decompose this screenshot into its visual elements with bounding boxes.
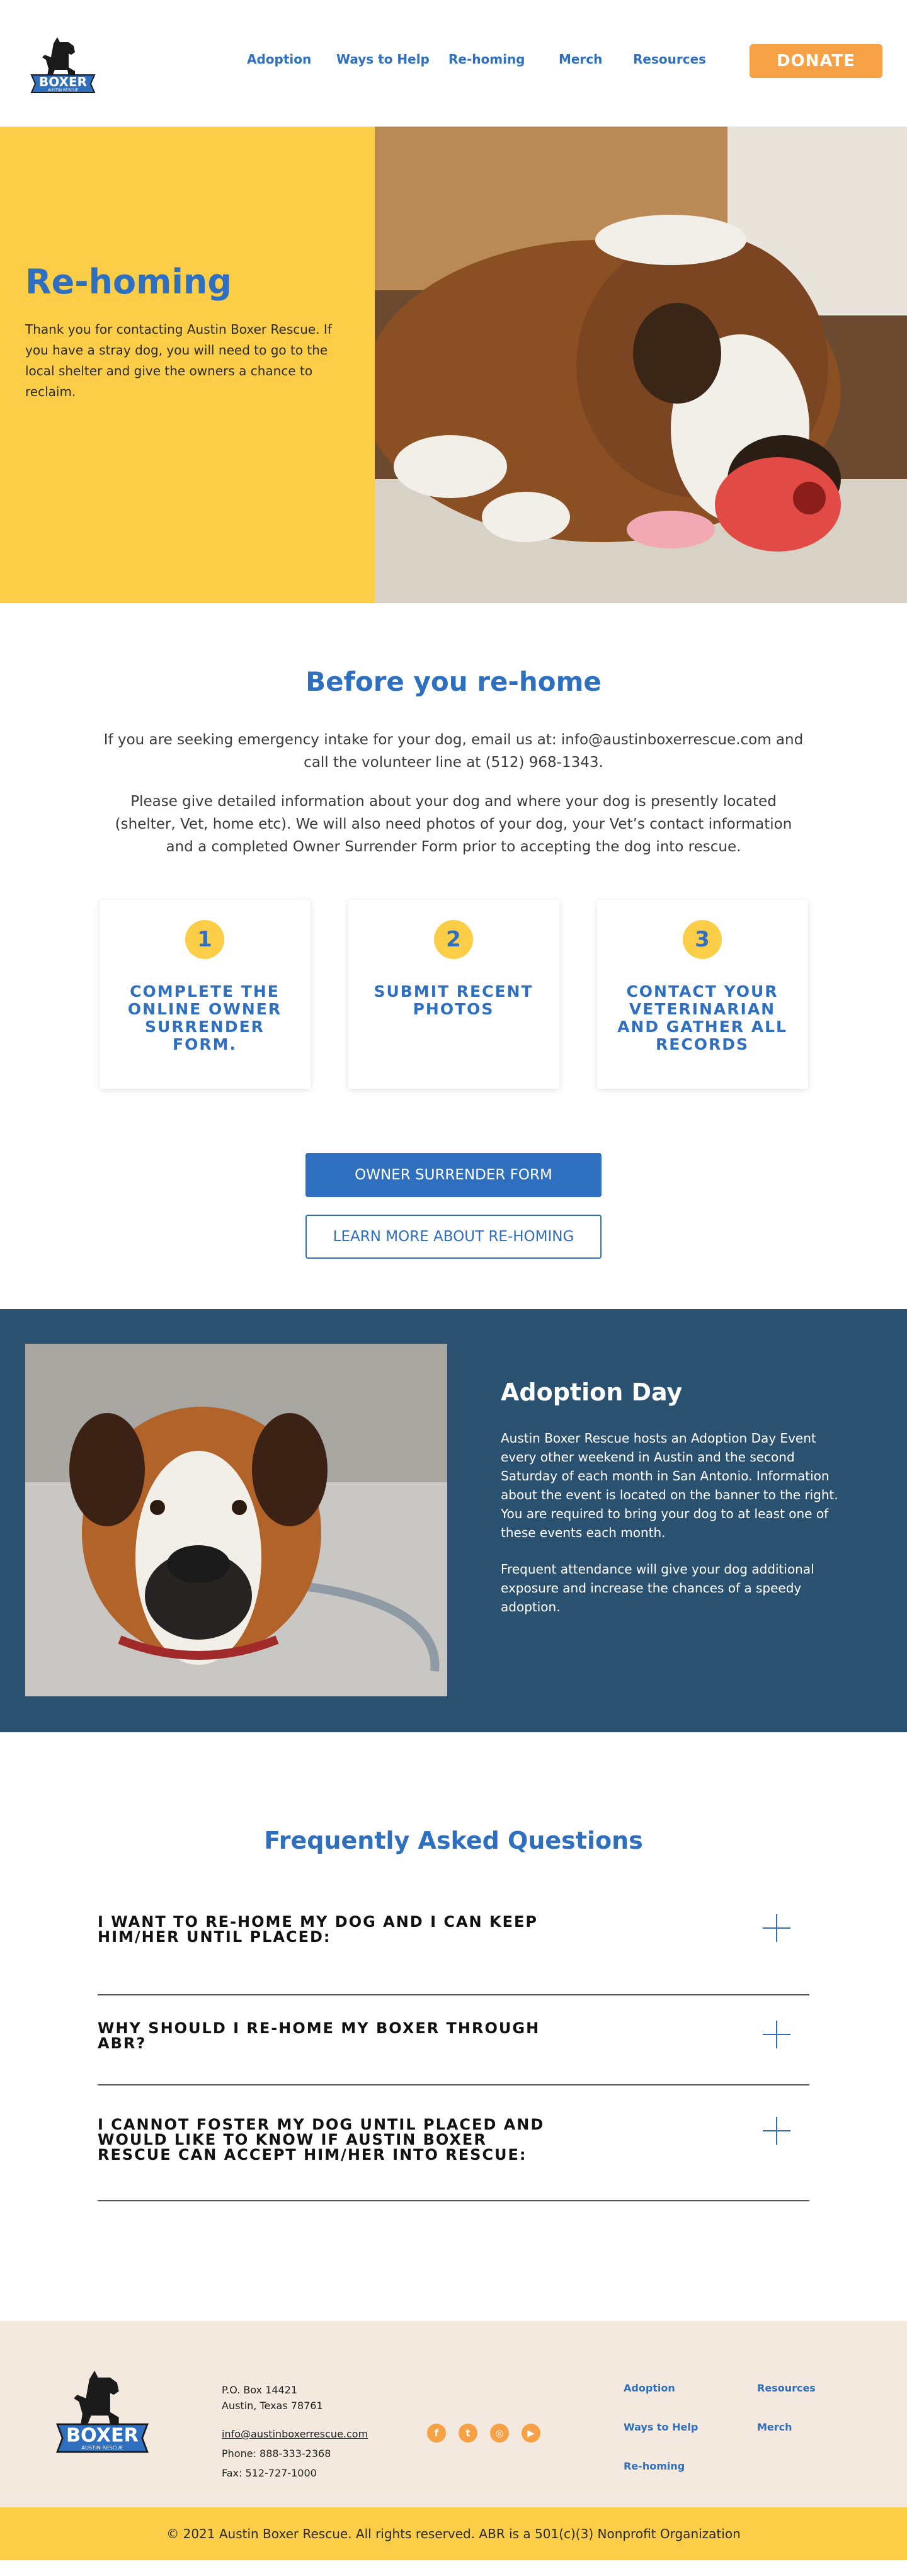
nav-merch[interactable]: Merch bbox=[559, 52, 633, 67]
footer-link-adoption[interactable]: Adoption bbox=[624, 2382, 675, 2394]
page-title: Re-homing bbox=[25, 262, 232, 302]
faq-title: Frequently Asked Questions bbox=[264, 1827, 643, 1854]
donate-button[interactable]: DONATE bbox=[750, 44, 882, 78]
adoption-day-paragraph: Frequent attendance will give your dog a… bbox=[501, 1562, 814, 1614]
nav-rehoming[interactable]: Re-homing bbox=[448, 52, 559, 67]
nav-ways-to-help[interactable]: Ways to Help bbox=[336, 52, 448, 67]
site-footer: BOXER AUSTIN RESCUE P.O. Box 14421 Austi… bbox=[0, 2321, 907, 2507]
before-rehome-section: Before you re-home If you are seeking em… bbox=[0, 603, 907, 1259]
faq-question: WHY SHOULD I RE-HOME MY BOXER THROUGH AB… bbox=[98, 2019, 540, 2052]
nav-resources[interactable]: Resources bbox=[633, 52, 706, 67]
boxer-logo[interactable]: BOXER AUSTIN RESCUE bbox=[25, 26, 101, 101]
step-number: 3 bbox=[683, 920, 722, 959]
step-text: CONTACT YOUR VETERINARIAN AND GATHER ALL… bbox=[617, 982, 787, 1053]
faq-item[interactable]: WHY SHOULD I RE-HOME MY BOXER THROUGH AB… bbox=[98, 1995, 809, 2085]
learn-more-rehoming-button[interactable]: LEARN MORE ABOUT RE-HOMING bbox=[305, 1215, 602, 1259]
logo-word: BOXER bbox=[39, 74, 87, 89]
step-card: 3 CONTACT YOUR VETERINARIAN AND GATHER A… bbox=[596, 900, 808, 1089]
faq-item[interactable]: I WANT TO RE-HOME MY DOG AND I CAN KEEP … bbox=[98, 1898, 809, 1995]
faq-question: I CANNOT FOSTER MY DOG UNTIL PLACED AND … bbox=[98, 2116, 545, 2164]
logo-sub: AUSTIN RESCUE bbox=[48, 88, 78, 93]
social-links: f t ◎ ▶ bbox=[427, 2424, 540, 2443]
instagram-icon[interactable]: ◎ bbox=[490, 2424, 509, 2443]
twitter-icon[interactable]: t bbox=[459, 2424, 477, 2443]
footer-email-link[interactable]: info@austinboxerrescue.com bbox=[222, 2426, 368, 2442]
step-card: 2 SUBMIT RECENT PHOTOS bbox=[348, 900, 559, 1089]
hero-dog-photo bbox=[375, 127, 907, 603]
adoption-day-content: Adoption Day Austin Boxer Rescue hosts a… bbox=[501, 1378, 841, 1634]
copyright-bar: © 2021 Austin Boxer Rescue. All rights r… bbox=[0, 2507, 907, 2560]
adoption-day-paragraph: Austin Boxer Rescue hosts an Adoption Da… bbox=[501, 1431, 838, 1540]
hero-text-panel: Re-homing Thank you for contacting Austi… bbox=[0, 127, 375, 603]
emergency-paragraph: If you are seeking emergency intake for … bbox=[103, 732, 804, 771]
expand-plus-icon[interactable] bbox=[763, 2117, 790, 2145]
adoption-day-title: Adoption Day bbox=[501, 1378, 683, 1406]
footer-address: P.O. Box 14421 Austin, Texas 78761 info@… bbox=[222, 2382, 368, 2481]
site-header: BOXER AUSTIN RESCUE Adoption Ways to Hel… bbox=[0, 0, 907, 127]
fax: Fax: 512-727-1000 bbox=[222, 2467, 317, 2479]
faq-section: Frequently Asked Questions I WANT TO RE-… bbox=[0, 1732, 907, 2201]
expand-plus-icon[interactable] bbox=[763, 1914, 790, 1942]
action-buttons: OWNER SURRENDER FORM LEARN MORE ABOUT RE… bbox=[0, 1153, 907, 1259]
city: Austin, Texas 78761 bbox=[222, 2400, 323, 2412]
step-number: 2 bbox=[434, 920, 473, 959]
faq-item[interactable]: I CANNOT FOSTER MY DOG UNTIL PLACED AND … bbox=[98, 2085, 809, 2201]
footer-link-resources[interactable]: Resources bbox=[757, 2382, 816, 2394]
copyright-text: © 2021 Austin Boxer Rescue. All rights r… bbox=[166, 2526, 741, 2541]
hero-section: Re-homing Thank you for contacting Austi… bbox=[0, 127, 907, 603]
adoption-dog-photo bbox=[25, 1344, 447, 1696]
footer-boxer-logo[interactable]: BOXER AUSTIN RESCUE bbox=[50, 2362, 154, 2466]
steps-list: 1 COMPLETE THE ONLINE OWNER SURRENDER FO… bbox=[0, 900, 907, 1089]
footer-link-rehoming[interactable]: Re-homing bbox=[624, 2460, 685, 2472]
phone: Phone: 888-333-2368 bbox=[222, 2448, 331, 2460]
main-nav: Adoption Ways to Help Re-homing Merch Re… bbox=[247, 52, 706, 67]
step-number: 1 bbox=[185, 920, 224, 959]
faq-question: I WANT TO RE-HOME MY DOG AND I CAN KEEP … bbox=[98, 1913, 538, 1946]
footer-logo-word: BOXER bbox=[66, 2425, 139, 2447]
youtube-icon[interactable]: ▶ bbox=[522, 2424, 540, 2443]
po-box: P.O. Box 14421 bbox=[222, 2384, 298, 2396]
step-card: 1 COMPLETE THE ONLINE OWNER SURRENDER FO… bbox=[99, 900, 311, 1089]
hero-description: Thank you for contacting Austin Boxer Re… bbox=[25, 322, 332, 399]
footer-link-merch[interactable]: Merch bbox=[757, 2421, 792, 2433]
footer-link-ways-to-help[interactable]: Ways to Help bbox=[624, 2421, 698, 2433]
section-title: Before you re-home bbox=[305, 666, 602, 697]
footer-logo-sub: AUSTIN RESCUE bbox=[81, 2444, 123, 2451]
facebook-icon[interactable]: f bbox=[427, 2424, 446, 2443]
nav-adoption[interactable]: Adoption bbox=[247, 52, 336, 67]
details-paragraph: Please give detailed information about y… bbox=[115, 793, 792, 855]
owner-surrender-form-button[interactable]: OWNER SURRENDER FORM bbox=[305, 1153, 602, 1197]
adoption-day-section: Adoption Day Austin Boxer Rescue hosts a… bbox=[0, 1309, 907, 1732]
step-text: COMPLETE THE ONLINE OWNER SURRENDER FORM… bbox=[127, 982, 282, 1053]
expand-plus-icon[interactable] bbox=[763, 2021, 790, 2048]
step-text: SUBMIT RECENT PHOTOS bbox=[374, 982, 533, 1018]
